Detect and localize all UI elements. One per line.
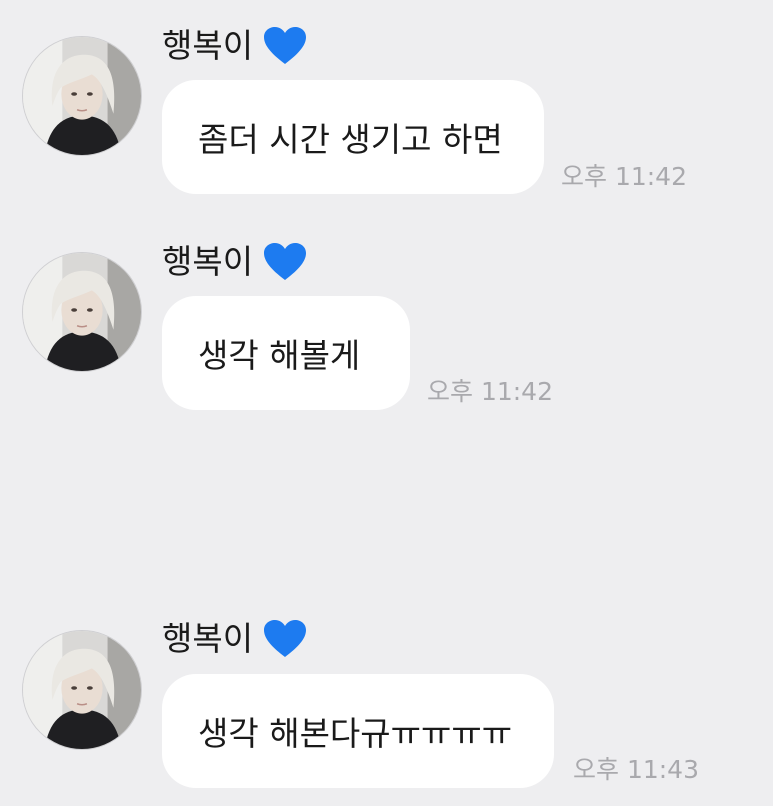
message-text: 생각 해본다규ㅠㅠㅠㅠ: [198, 714, 513, 753]
sender-label: 행복이: [162, 619, 254, 658]
blue-heart-icon: [263, 26, 307, 66]
message-timestamp: 오후 11:42: [427, 377, 553, 406]
blue-heart-icon: [263, 242, 307, 282]
message-timestamp: 오후 11:42: [561, 162, 687, 191]
avatar[interactable]: [22, 630, 142, 750]
avatar[interactable]: [22, 252, 142, 372]
sender-name: 행복이: [162, 240, 307, 284]
message-text: 생각 해볼게: [198, 336, 361, 375]
message-bubble[interactable]: 생각 해본다규ㅠㅠㅠㅠ: [162, 674, 554, 788]
sender-name: 행복이: [162, 617, 307, 661]
sender-label: 행복이: [162, 242, 254, 281]
blue-heart-icon: [263, 619, 307, 659]
message-text: 좀더 시간 생기고 하면: [198, 120, 503, 159]
message-timestamp: 오후 11:43: [573, 755, 699, 784]
sender-label: 행복이: [162, 26, 254, 65]
message-bubble[interactable]: 생각 해볼게: [162, 296, 410, 410]
chat-view: 행복이 좀더 시간 생기고 하면 오후 11:42 행복이 생각 해볼게 오후 …: [0, 0, 773, 806]
avatar[interactable]: [22, 36, 142, 156]
message-bubble[interactable]: 좀더 시간 생기고 하면: [162, 80, 544, 194]
sender-name: 행복이: [162, 24, 307, 68]
